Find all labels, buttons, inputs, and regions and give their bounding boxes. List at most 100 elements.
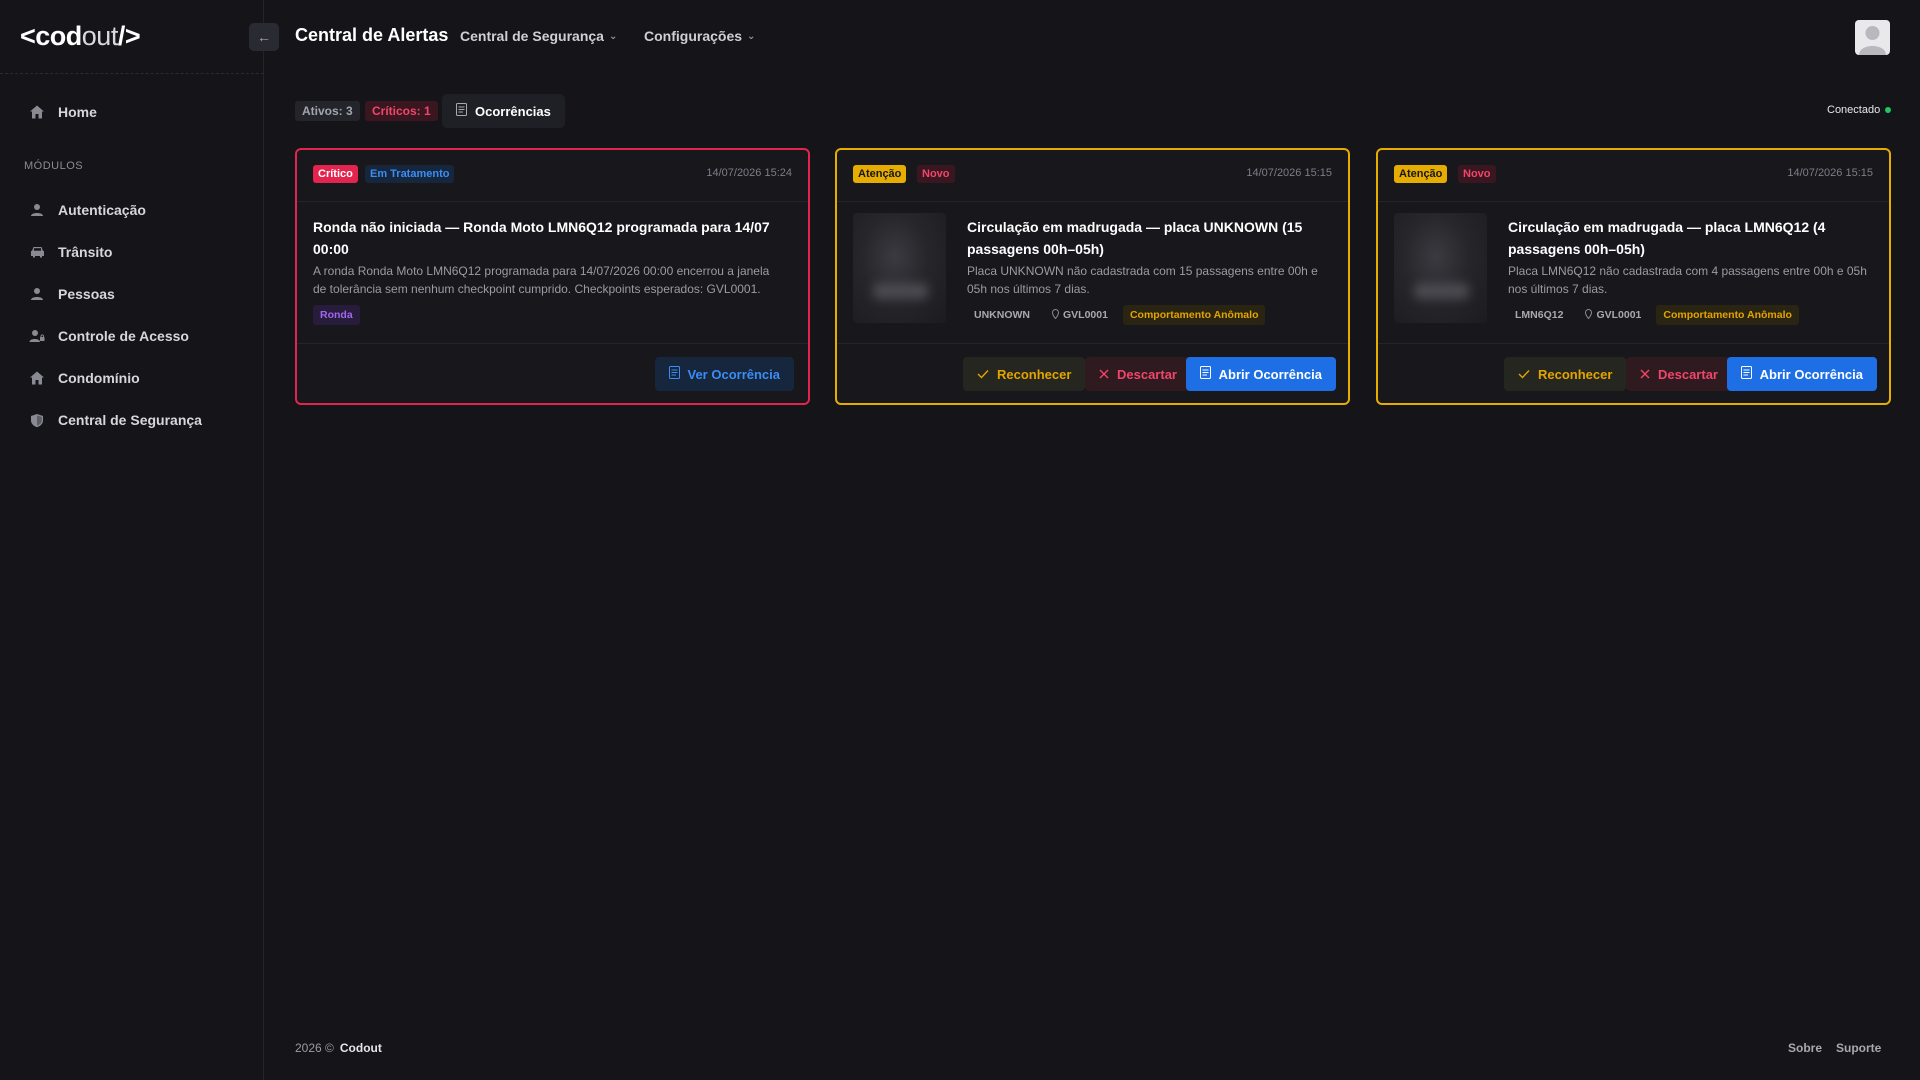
collapse-sidebar-button[interactable]: ← xyxy=(249,23,279,51)
occurrences-label: Ocorrências xyxy=(475,103,551,119)
sidebar-item-label: Trânsito xyxy=(58,244,113,260)
acknowledge-button[interactable]: Reconhecer xyxy=(1504,357,1627,391)
card-footer-divider xyxy=(1378,343,1889,344)
sidebar-item-label: Pessoas xyxy=(58,286,115,302)
sidebar-item-label: Home xyxy=(58,104,97,120)
user-avatar-icon xyxy=(1859,26,1886,55)
alert-description: Placa LMN6Q12 não cadastrada com 4 passa… xyxy=(1508,262,1871,298)
menu-configuracoes[interactable]: Configurações ⌄ xyxy=(644,28,755,44)
alert-card-unknown: Atenção Novo 14/07/2026 15:15 Circulação… xyxy=(835,148,1350,405)
button-label: Reconhecer xyxy=(1538,366,1613,382)
button-label: Abrir Ocorrência xyxy=(1759,366,1863,382)
document-icon xyxy=(1199,366,1211,382)
discard-button[interactable]: Descartar xyxy=(1626,357,1732,391)
home-icon xyxy=(28,369,46,387)
alert-desc-line: nos últimos 7 dias. xyxy=(1508,282,1608,296)
footer-about-link[interactable]: Sobre xyxy=(1788,1041,1822,1055)
arrow-left-icon: ← xyxy=(257,29,271,45)
document-icon xyxy=(456,103,467,119)
button-label: Abrir Ocorrência xyxy=(1218,366,1322,382)
sidebar-item-condominio[interactable]: Condomínio xyxy=(0,357,264,399)
footer-support-link[interactable]: Suporte xyxy=(1836,1041,1881,1055)
footer-brand-link[interactable]: Codout xyxy=(340,1041,382,1055)
alert-tags: UNKNOWN GVL0001 Comportamento Anômalo xyxy=(967,305,1266,325)
document-icon xyxy=(668,366,680,382)
alert-title-line: 00:00 xyxy=(313,241,349,257)
sidebar-item-controle-acesso[interactable]: Controle de Acesso xyxy=(0,315,264,357)
alert-card-ronda: Crítico Em Tratamento 14/07/2026 15:24 R… xyxy=(295,148,810,405)
open-occurrence-button[interactable]: Abrir Ocorrência xyxy=(1185,357,1336,391)
sidebar-item-label: Central de Segurança xyxy=(58,412,202,428)
document-icon xyxy=(1740,366,1752,382)
avatar[interactable] xyxy=(1855,20,1890,55)
location-label: GVL0001 xyxy=(1596,309,1642,321)
alert-timestamp: 14/07/2026 15:15 xyxy=(1246,167,1332,179)
logo-left: <cod xyxy=(20,20,82,51)
alert-title-line: Ronda não iniciada — Ronda Moto LMN6Q12 … xyxy=(313,219,770,235)
button-label: Descartar xyxy=(1117,366,1177,382)
view-occurrence-button[interactable]: Ver Ocorrência xyxy=(654,357,794,391)
alert-desc-line: A ronda Ronda Moto LMN6Q12 programada pa… xyxy=(313,264,770,278)
sidebar-item-label: Controle de Acesso xyxy=(58,328,189,344)
alert-desc-line: de tolerância sem nenhum checkpoint cump… xyxy=(313,282,761,296)
alert-tags: Ronda xyxy=(313,305,360,325)
severity-badge: Crítico xyxy=(313,165,358,183)
menu-central-seguranca[interactable]: Central de Segurança ⌄ xyxy=(460,28,617,44)
occurrences-button[interactable]: Ocorrências xyxy=(442,94,565,128)
sidebar-item-autenticacao[interactable]: Autenticação xyxy=(0,189,264,231)
footer-copyright: 2026 © Codout xyxy=(295,1041,382,1055)
acknowledge-button[interactable]: Reconhecer xyxy=(963,357,1086,391)
status-dot-icon xyxy=(1885,107,1892,113)
alert-title: Circulação em madrugada — placa UNKNOWN … xyxy=(967,216,1330,260)
location-tag: GVL0001 xyxy=(1578,305,1648,325)
shield-icon xyxy=(28,411,46,429)
category-tag: Comportamento Anômalo xyxy=(1122,305,1266,325)
map-pin-icon xyxy=(1051,308,1060,322)
plate-tag: UNKNOWN xyxy=(974,309,1030,321)
alert-desc-line: Placa UNKNOWN não cadastrada com 15 pass… xyxy=(967,264,1318,278)
alert-description: Placa UNKNOWN não cadastrada com 15 pass… xyxy=(967,262,1330,298)
alert-timestamp: 14/07/2026 15:15 xyxy=(1787,167,1873,179)
button-label: Descartar xyxy=(1658,366,1718,382)
sidebar-nav-top: Home xyxy=(0,91,264,133)
tag-ronda: Ronda xyxy=(313,305,360,325)
severity-badge: Atenção xyxy=(853,165,907,183)
car-icon xyxy=(28,243,46,261)
status-label: Conectado xyxy=(1827,104,1881,116)
check-icon xyxy=(1518,367,1530,382)
alert-title-line: passagens 00h–05h) xyxy=(1508,241,1645,257)
alert-card-lmn6q12: Atenção Novo 14/07/2026 15:15 Circulação… xyxy=(1376,148,1891,405)
sidebar-item-transito[interactable]: Trânsito xyxy=(0,231,264,273)
sidebar-item-home[interactable]: Home xyxy=(0,91,264,133)
sidebar-item-pessoas[interactable]: Pessoas xyxy=(0,273,264,315)
alert-tags: LMN6Q12 GVL0001 Comportamento Anômalo xyxy=(1508,305,1799,325)
card-footer-divider xyxy=(297,343,808,344)
card-header: Atenção Novo 14/07/2026 15:15 xyxy=(837,150,1348,202)
alert-desc-line: 05h nos últimos 7 dias. xyxy=(967,282,1090,296)
vehicle-photo-thumbnail[interactable] xyxy=(853,213,946,323)
critical-count-badge: Críticos: 1 xyxy=(365,101,438,121)
codout-logo[interactable]: <cod out/> xyxy=(20,20,141,52)
chevron-down-icon: ⌄ xyxy=(608,30,618,42)
location-label: GVL0001 xyxy=(1063,309,1108,321)
alert-title: Ronda não iniciada — Ronda Moto LMN6Q12 … xyxy=(313,216,790,260)
logo-mid: out xyxy=(81,20,119,51)
plate-tag: LMN6Q12 xyxy=(1515,309,1564,321)
severity-badge: Atenção xyxy=(1394,165,1448,183)
sidebar-item-label: Autenticação xyxy=(58,202,146,218)
menu-label: Central de Segurança xyxy=(460,28,604,44)
vehicle-photo-thumbnail[interactable] xyxy=(1394,213,1487,323)
map-pin-icon xyxy=(1585,308,1593,322)
menu-label: Configurações xyxy=(644,28,743,44)
discard-button[interactable]: Descartar xyxy=(1085,357,1191,391)
open-occurrence-button[interactable]: Abrir Ocorrência xyxy=(1726,357,1877,391)
sidebar-nav-modules: Autenticação Trânsito Pessoas Controle d… xyxy=(0,189,264,441)
sidebar-item-central-seguranca[interactable]: Central de Segurança xyxy=(0,399,264,441)
footer-year: 2026 © xyxy=(295,1041,334,1055)
logo-right: /> xyxy=(117,20,141,51)
sidebar-section-title: MÓDULOS xyxy=(24,160,84,172)
sidebar-item-label: Condomínio xyxy=(58,370,140,386)
home-icon xyxy=(28,103,46,121)
card-header: Atenção Novo 14/07/2026 15:15 xyxy=(1378,150,1889,202)
close-icon xyxy=(1640,367,1650,382)
